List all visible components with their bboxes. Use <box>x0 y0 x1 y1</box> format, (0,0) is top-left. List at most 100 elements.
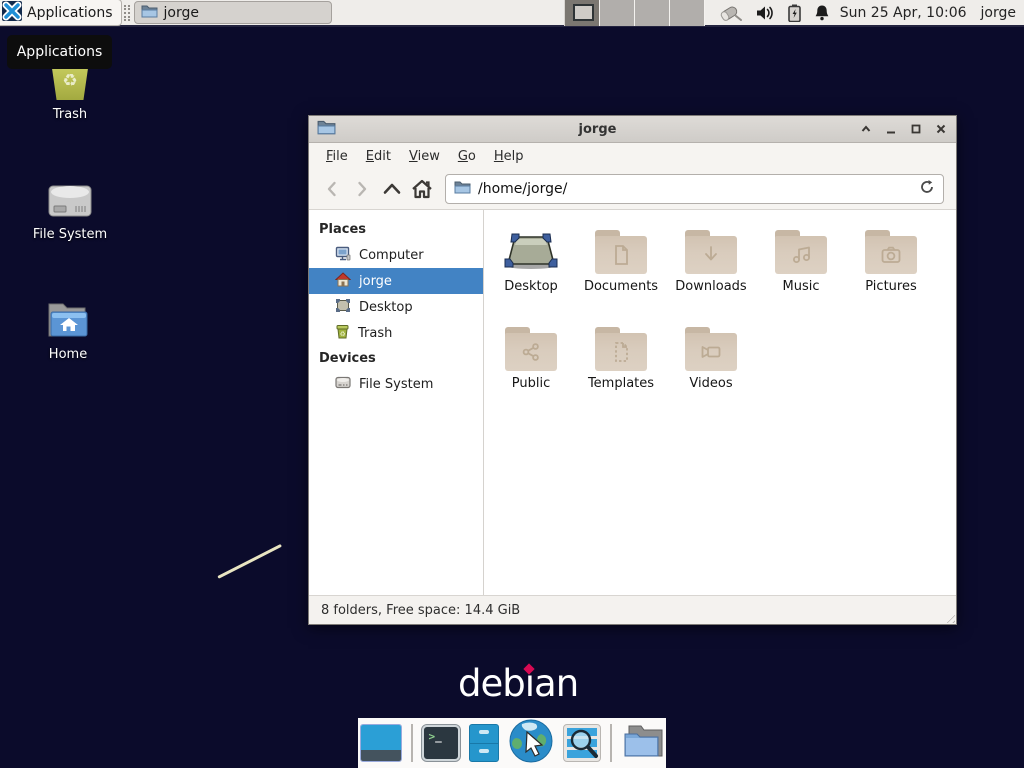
workspace-4[interactable] <box>670 0 705 26</box>
debian-logo: debıan <box>458 662 578 705</box>
maximize-button[interactable] <box>909 122 923 136</box>
home-folder-icon <box>18 292 118 340</box>
battery-icon[interactable] <box>788 4 801 22</box>
terminal-launcher[interactable]: >_ <box>422 725 460 761</box>
desktop-icon-label: File System <box>20 227 120 242</box>
forward-button[interactable] <box>347 175 377 203</box>
sidebar-item-label: Trash <box>358 326 392 341</box>
sidebar-item-desktop[interactable]: Desktop <box>309 294 483 320</box>
file-documents[interactable]: Documents <box>576 224 666 321</box>
file-desktop[interactable]: Desktop <box>486 224 576 321</box>
videos-folder-icon <box>684 327 738 371</box>
workspace-2[interactable] <box>600 0 635 26</box>
sidebar-item-jorge[interactable]: jorge <box>309 268 483 294</box>
globe-icon <box>508 718 554 768</box>
applications-menu-label: Applications <box>27 5 113 21</box>
desktop-icon-file-system[interactable]: File System <box>20 172 120 242</box>
file-manager-launcher[interactable] <box>469 724 499 762</box>
resize-grip[interactable] <box>943 611 955 623</box>
file-videos[interactable]: Videos <box>666 321 756 418</box>
panel-handle[interactable] <box>124 5 130 21</box>
menu-view[interactable]: View <box>400 146 449 167</box>
debian-logo-text: an <box>534 662 578 705</box>
window-title: jorge <box>336 122 859 137</box>
file-label: Documents <box>576 279 666 294</box>
file-manager-window: jorge File Edit View Go Help <box>308 115 957 625</box>
downloads-folder-icon <box>684 230 738 274</box>
window-body: Places Computer <box>309 210 956 595</box>
shade-button[interactable] <box>859 122 873 136</box>
menu-file[interactable]: File <box>317 146 357 167</box>
directory-menu-launcher[interactable] <box>621 722 665 764</box>
desktop-stray-line <box>217 544 282 579</box>
reload-icon[interactable] <box>919 179 935 199</box>
sidebar-item-label: Computer <box>359 248 424 263</box>
folder-icon <box>141 4 158 22</box>
application-finder-launcher[interactable] <box>563 724 601 762</box>
home-button[interactable] <box>407 175 437 203</box>
panel-clock[interactable]: Sun 25 Apr, 10:06 <box>840 5 967 21</box>
top-panel: Applications jorge <box>0 0 1024 27</box>
menu-edit[interactable]: Edit <box>357 146 400 167</box>
sidebar-header-places: Places <box>309 217 483 242</box>
menu-go[interactable]: Go <box>449 146 485 167</box>
file-label: Pictures <box>846 279 936 294</box>
file-music[interactable]: Music <box>756 224 846 321</box>
svg-text:♻: ♻ <box>340 330 346 338</box>
trash-icon-small: ♻ <box>335 324 350 343</box>
dock-panel: >_ <box>358 718 666 768</box>
close-button[interactable] <box>934 122 948 136</box>
applications-menu-button[interactable]: Applications <box>0 0 122 26</box>
desktop-icon <box>335 298 351 317</box>
file-pictures[interactable]: Pictures <box>846 224 936 321</box>
file-label: Desktop <box>486 279 576 294</box>
file-downloads[interactable]: Downloads <box>666 224 756 321</box>
window-titlebar[interactable]: jorge <box>309 116 956 143</box>
path-bar[interactable]: /home/jorge/ <box>445 174 944 204</box>
web-browser-launcher[interactable] <box>508 718 554 768</box>
workspace-1[interactable] <box>565 0 600 26</box>
back-button[interactable] <box>317 175 347 203</box>
home-icon <box>335 272 351 291</box>
workspace-switcher <box>564 0 705 26</box>
panel-user-label[interactable]: jorge <box>981 5 1016 21</box>
path-input[interactable]: /home/jorge/ <box>478 181 912 197</box>
up-button[interactable] <box>377 175 407 203</box>
sidebar-item-trash[interactable]: ♻ Trash <box>309 320 483 346</box>
sidebar-item-label: File System <box>359 377 433 392</box>
public-folder-icon <box>504 327 558 371</box>
sidebar-item-label: jorge <box>359 274 392 289</box>
dock-separator <box>411 724 413 762</box>
show-desktop-icon <box>360 724 402 762</box>
desktop-icon-home[interactable]: Home <box>18 292 118 362</box>
sidebar-item-computer[interactable]: Computer <box>309 242 483 268</box>
show-desktop-button[interactable] <box>360 724 402 762</box>
applications-tooltip: Applications <box>7 35 112 69</box>
file-label: Templates <box>576 376 666 391</box>
sidebar-item-file-system[interactable]: File System <box>309 371 483 397</box>
file-cabinet-icon <box>469 724 499 762</box>
terminal-icon: >_ <box>422 725 460 761</box>
debian-logo-text: deb <box>458 662 525 705</box>
volume-icon[interactable] <box>756 5 775 21</box>
menu-help[interactable]: Help <box>485 146 533 167</box>
taskbar-window-button[interactable]: jorge <box>134 1 332 24</box>
desktop-folder-icon <box>504 230 558 274</box>
window-folder-icon <box>317 119 336 139</box>
file-public[interactable]: Public <box>486 321 576 418</box>
path-folder-icon <box>454 180 471 198</box>
file-label: Downloads <box>666 279 756 294</box>
file-templates[interactable]: Templates <box>576 321 666 418</box>
file-label: Music <box>756 279 846 294</box>
drive-icon <box>335 375 351 393</box>
notifications-bell-icon[interactable] <box>814 4 830 21</box>
file-pane[interactable]: Desktop Documents Downloads <box>484 210 956 595</box>
workspace-3[interactable] <box>635 0 670 26</box>
debian-logo-i: ı <box>525 662 534 705</box>
hard-drive-icon <box>20 172 120 220</box>
applications-menu-icon <box>2 1 22 25</box>
minimize-button[interactable] <box>884 122 898 136</box>
computer-icon <box>335 246 351 265</box>
mouse-tray-icon[interactable] <box>719 4 743 22</box>
desktop-icon-label: Trash <box>20 107 120 122</box>
